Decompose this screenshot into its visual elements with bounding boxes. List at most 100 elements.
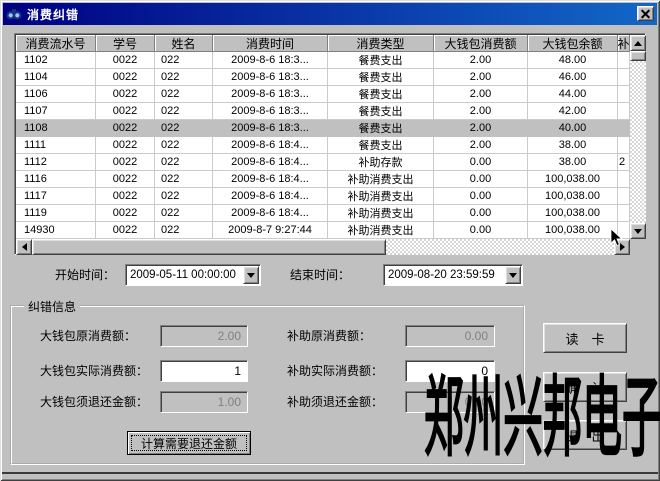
confirm-label: 确 认 [565,378,604,397]
table-cell: 补助消费支出 [328,205,434,222]
end-time-combobox[interactable]: 2009-08-20 23:59:59 [383,264,523,286]
table-cell: 1111 [16,137,96,154]
scroll-down-button[interactable] [630,223,646,239]
table-cell: 2009-8-6 18:4... [213,205,328,222]
table-cell: 餐费支出 [328,69,434,86]
vertical-scroll-thumb[interactable] [630,51,646,61]
column-header-0[interactable]: 消费流水号 [16,35,96,52]
table-row[interactable]: 111700220222009-8-6 18:4...补助消费支出0.00100… [16,188,630,205]
wallet-refund-field [160,391,248,413]
table-cell: 1102 [16,52,96,69]
table-cell: 022 [155,222,213,239]
subsidy-original-field [405,325,495,347]
table-row[interactable]: 1493000220222009-8-7 9:27:44补助消费支出0.0010… [16,222,630,239]
scroll-left-button[interactable] [16,239,32,255]
table-cell: 100,038.00 [528,205,618,222]
scroll-up-button[interactable] [630,35,646,51]
arrow-down-icon [634,229,642,234]
wallet-original-field [160,325,248,347]
dialog-window: 消费纠错 消费流水号学号姓名消费时间消费类型大钱包消费额大钱包余额补 11020… [0,0,660,481]
table-row[interactable]: 111200220222009-8-6 18:4...补助存款0.0038.00… [16,154,630,171]
horizontal-scrollbar[interactable] [16,239,630,255]
table-cell: 1119 [16,205,96,222]
subsidy-actual-field[interactable] [405,360,495,382]
column-header-5[interactable]: 大钱包消费额 [434,35,528,52]
read-card-label: 读 卡 [565,329,604,348]
exit-button[interactable]: 退 出 [543,420,627,450]
table-cell: 1108 [16,120,96,137]
table-cell: 0022 [96,120,155,137]
table-row[interactable]: 111900220222009-8-6 18:4...补助消费支出0.00100… [16,205,630,222]
wallet-actual-field[interactable] [160,360,248,382]
table-cell: 0022 [96,103,155,120]
table-cell [618,222,630,239]
table-cell [618,188,630,205]
wallet-refund-label: 大钱包须退还金额： [40,391,148,413]
consumption-table: 消费流水号学号姓名消费时间消费类型大钱包消费额大钱包余额补 1102002202… [14,33,646,255]
table-cell: 2.00 [434,137,528,154]
vertical-scrollbar[interactable] [630,35,646,239]
end-time-label: 结束时间： [290,264,350,286]
table-cell: 022 [155,137,213,154]
table-cell: 40.00 [528,120,618,137]
scroll-right-button[interactable] [614,239,630,255]
table-cell: 48.00 [528,52,618,69]
column-header-3[interactable]: 消费时间 [213,35,328,52]
table-row[interactable]: 110200220222009-8-6 18:3...餐费支出2.0048.00 [16,52,630,69]
table-cell: 2009-8-6 18:3... [213,120,328,137]
close-button[interactable] [637,6,654,21]
table-cell: 44.00 [528,86,618,103]
column-header-2[interactable]: 姓名 [155,35,213,52]
table-cell: 0.00 [434,171,528,188]
table-cell: 022 [155,188,213,205]
table-cell: 022 [155,171,213,188]
column-header-7[interactable]: 补 [618,35,630,52]
table-cell: 0.00 [434,205,528,222]
start-time-combobox[interactable]: 2009-05-11 00:00:00 [125,264,261,286]
table-cell: 2009-8-6 18:4... [213,137,328,154]
table-row[interactable]: 110400220222009-8-6 18:3...餐费支出2.0046.00 [16,69,630,86]
column-header-6[interactable]: 大钱包余额 [528,35,618,52]
table-cell: 1112 [16,154,96,171]
table-cell: 100,038.00 [528,171,618,188]
table-cell: 2009-8-6 18:4... [213,188,328,205]
binoculars-icon [6,6,22,22]
table-row[interactable]: 110600220222009-8-6 18:3...餐费支出2.0044.00 [16,86,630,103]
table-row[interactable]: 110800220222009-8-6 18:3...餐费支出2.0040.00 [16,120,630,137]
calculate-refund-button[interactable]: 计算需要退还金额 [127,431,251,455]
chevron-down-icon [509,273,517,278]
start-time-label: 开始时间： [55,264,115,286]
scrollbar-corner [630,239,646,255]
table-cell: 022 [155,52,213,69]
table-cell [618,86,630,103]
table-cell: 38.00 [528,137,618,154]
table-cell: 2 [618,154,630,171]
table-cell: 补助消费支出 [328,171,434,188]
read-card-button[interactable]: 读 卡 [543,323,627,353]
subsidy-refund-field [405,391,495,413]
table-cell: 2009-8-6 18:4... [213,171,328,188]
table-row[interactable]: 110700220222009-8-6 18:3...餐费支出2.0042.00 [16,103,630,120]
table-cell: 022 [155,205,213,222]
table-cell: 2009-8-6 18:4... [213,154,328,171]
table-cell: 餐费支出 [328,137,434,154]
window-bottom-edge [2,472,658,474]
column-header-1[interactable]: 学号 [96,35,155,52]
table-cell: 餐费支出 [328,103,434,120]
table-cell: 0022 [96,86,155,103]
subsidy-actual-label: 补助实际消费额： [287,360,383,382]
confirm-button[interactable]: 确 认 [543,372,627,402]
arrow-right-icon [620,243,625,251]
table-cell [618,103,630,120]
horizontal-scroll-thumb[interactable] [32,239,386,255]
exit-label: 退 出 [565,426,604,445]
arrow-up-icon [634,41,642,46]
table-row[interactable]: 111100220222009-8-6 18:4...餐费支出2.0038.00 [16,137,630,154]
column-header-4[interactable]: 消费类型 [328,35,434,52]
table-row[interactable]: 111600220222009-8-6 18:4...补助消费支出0.00100… [16,171,630,188]
table-cell: 2.00 [434,120,528,137]
start-time-dropdown-button[interactable] [243,266,259,284]
table-cell: 补助消费支出 [328,188,434,205]
end-time-dropdown-button[interactable] [505,266,521,284]
table-cell: 1107 [16,103,96,120]
